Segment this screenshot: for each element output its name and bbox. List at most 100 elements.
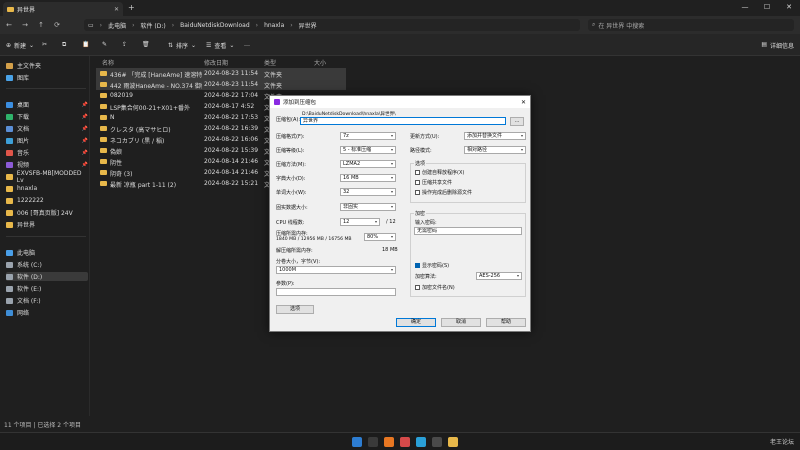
chevron-down-icon: ⌄	[191, 42, 197, 49]
sidebar-item-videos[interactable]: 视频 📌	[6, 160, 88, 169]
details-button[interactable]: ▤ 详细信息	[761, 41, 794, 50]
path-mode-select[interactable]: 相对路径 ▾	[464, 146, 526, 154]
search-icon[interactable]	[368, 437, 378, 447]
back-icon[interactable]: ←	[4, 21, 14, 29]
delete-icon[interactable]: 🗑	[142, 41, 150, 48]
cpu-label: CPU 线程数:	[276, 220, 305, 226]
close-icon[interactable]: ✕	[521, 99, 526, 106]
solid-select[interactable]: 非固实 ▾	[340, 203, 396, 211]
file-name: 442 雨波HaneAme - NO.374 御姐寒..	[110, 83, 202, 90]
update-select[interactable]: 添加并替换文件 ▾	[464, 132, 526, 140]
home-icon	[6, 62, 13, 69]
search-icon: ⌕	[592, 21, 596, 28]
share-icon[interactable]: ⇪	[122, 41, 127, 48]
password-input[interactable]: 无需密码	[414, 227, 522, 235]
sidebar-item-home[interactable]: 主文件夹	[6, 61, 88, 70]
pin-icon: 📌	[81, 137, 88, 144]
search-input[interactable]: ⌕ 在 异世界 中搜索	[588, 19, 794, 31]
encrypt-names-checkbox[interactable]: 加密文件名(N)	[415, 284, 455, 291]
archive-name-input[interactable]: 异世界	[300, 117, 506, 125]
show-password-checkbox[interactable]: 显示密码(S)	[415, 262, 449, 269]
mem-select[interactable]: 80% ▾	[364, 233, 396, 241]
column-header-date[interactable]: 修改日期	[204, 58, 228, 67]
ok-button[interactable]: 确定	[396, 318, 436, 327]
cpu-select[interactable]: 12 ▾	[340, 218, 380, 226]
browse-button[interactable]: ...	[510, 117, 524, 126]
sidebar-item-folder[interactable]: hnaxla	[6, 184, 88, 193]
sidebar-item-drive-c[interactable]: 系统 (C:)	[6, 260, 88, 269]
sfx-checkbox[interactable]: 创建自释放程序(X)	[415, 169, 464, 176]
split-select[interactable]: 1000M ▾	[276, 266, 396, 274]
sidebar-item-gallery[interactable]: 图库	[6, 73, 88, 82]
column-header-name[interactable]: 名称	[102, 58, 114, 67]
options-button[interactable]: 选项	[276, 305, 314, 314]
params-input[interactable]	[276, 288, 396, 296]
sort-button[interactable]: ⇅ 排序 ⌄	[168, 41, 196, 50]
pc-icon	[6, 249, 13, 256]
refresh-icon[interactable]: ⟳	[52, 21, 62, 29]
format-label: 压缩格式(F):	[276, 134, 305, 140]
word-select[interactable]: 32 ▾	[340, 188, 396, 196]
checkbox-checked	[415, 263, 420, 268]
more-button[interactable]: …	[244, 41, 250, 48]
minimize-icon[interactable]: —	[734, 0, 756, 16]
column-header-type[interactable]: 类型	[264, 58, 276, 67]
breadcrumb-item[interactable]: hnaxla	[264, 22, 284, 29]
copy-icon[interactable]: ⧉	[62, 41, 66, 49]
method-select[interactable]: LZMA2 ▾	[340, 160, 396, 168]
sidebar-item-folder[interactable]: 006 [哥真页版] 24V	[6, 208, 88, 217]
close-window-icon[interactable]: ✕	[778, 0, 800, 16]
checkbox-label: 操作完成后删除源文件	[422, 190, 473, 196]
forward-icon[interactable]: →	[20, 21, 30, 29]
sidebar-item-downloads[interactable]: 下载 📌	[6, 112, 88, 121]
shared-files-checkbox[interactable]: 压缩共享文件	[415, 179, 452, 186]
sidebar-item-label: 桌面	[17, 102, 30, 109]
help-button[interactable]: 帮助	[486, 318, 526, 327]
file-explorer-icon[interactable]	[448, 437, 458, 447]
close-tab-icon[interactable]: ✕	[114, 6, 119, 13]
column-header-size[interactable]: 大小	[314, 58, 326, 67]
sidebar-item-desktop[interactable]: 桌面 📌	[6, 100, 88, 109]
sidebar-item-folder[interactable]: 1222222	[6, 196, 88, 205]
firefox-icon[interactable]	[384, 437, 394, 447]
format-select[interactable]: 7z ▾	[340, 132, 396, 140]
maximize-icon[interactable]: ☐	[756, 0, 778, 16]
sidebar-item-this-pc[interactable]: 此电脑	[6, 248, 88, 257]
sidebar-item-drive-d[interactable]: 软件 (D:)	[6, 272, 88, 281]
sidebar-item-network[interactable]: 网络	[6, 308, 88, 317]
breadcrumb[interactable]: ▭ › 此电脑 › 软件 (D:) › BaiduNetdiskDownload…	[84, 19, 580, 31]
breadcrumb-item[interactable]: 异世界	[299, 21, 317, 30]
encryption-method-select[interactable]: AES-256 ▾	[476, 272, 522, 280]
delete-after-checkbox[interactable]: 操作完成后删除源文件	[415, 189, 472, 196]
new-button[interactable]: ⊕ 新建 ⌄	[6, 41, 34, 50]
up-icon[interactable]: ↑	[36, 21, 46, 29]
breadcrumb-item[interactable]: BaiduNetdiskDownload	[180, 22, 250, 29]
sidebar-item-documents[interactable]: 文档 📌	[6, 124, 88, 133]
breadcrumb-item[interactable]: 此电脑	[108, 21, 126, 30]
sidebar-item-folder[interactable]: EXVSFB-MB[MODDED Lv	[6, 170, 88, 184]
app-icon[interactable]	[416, 437, 426, 447]
sidebar-item-folder[interactable]: 异世界	[6, 220, 88, 229]
file-row[interactable]: 442 雨波HaneAme - NO.374 御姐寒..2024-08-23 1…	[96, 79, 346, 90]
dict-select[interactable]: 16 MB ▾	[340, 174, 396, 182]
view-button[interactable]: ☰ 查看 ⌄	[206, 41, 234, 50]
breadcrumb-item[interactable]: 软件 (D:)	[141, 21, 166, 30]
rename-icon[interactable]: ✎	[102, 41, 107, 48]
tab-current[interactable]: 异世界 ✕	[3, 2, 123, 16]
sidebar-item-drive-f[interactable]: 文档 (F:)	[6, 296, 88, 305]
mem-value: 80%	[367, 234, 379, 240]
cut-icon[interactable]: ✂	[42, 41, 47, 48]
sidebar-item-pictures[interactable]: 图片 📌	[6, 136, 88, 145]
start-icon[interactable]	[352, 437, 362, 447]
paste-icon[interactable]: 📋	[82, 41, 89, 48]
sidebar-item-drive-e[interactable]: 软件 (E:)	[6, 284, 88, 293]
cancel-button[interactable]: 取消	[441, 318, 481, 327]
file-row[interactable]: 436# 「完成 [HaneAme] 速溶特集～谁...2024-08-23 1…	[96, 68, 346, 79]
sidebar-item-music[interactable]: 音乐 📌	[6, 148, 88, 157]
file-date: 2024-08-22 17:04	[204, 92, 259, 99]
app-icon[interactable]	[432, 437, 442, 447]
file-date: 2024-08-22 15:39	[204, 147, 259, 154]
new-tab-icon[interactable]: +	[128, 3, 135, 12]
app-icon[interactable]	[400, 437, 410, 447]
level-select[interactable]: 5 - 标准压缩 ▾	[340, 146, 396, 154]
